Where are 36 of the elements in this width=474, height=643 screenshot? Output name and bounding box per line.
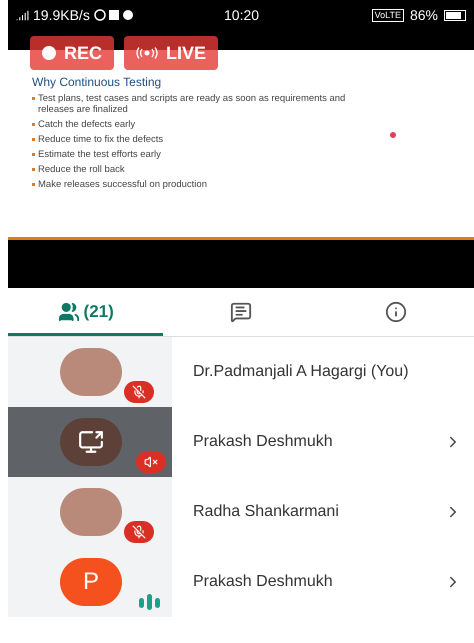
signal-icon (16, 8, 29, 22)
battery-percent: 86% (410, 6, 438, 24)
avatar-photo-placeholder (60, 488, 122, 536)
bullet-icon (32, 183, 35, 186)
clock: 10:20 (224, 6, 260, 24)
participant-name: Radha Shankarmani (193, 502, 339, 522)
network-speed: 19.9KB/s (33, 6, 90, 24)
slide-bullet-text: Catch the defects early (38, 119, 136, 130)
broadcast-icon (136, 47, 158, 59)
screen-share-avatar (60, 418, 122, 466)
participant-name: Dr.Padmanjali A Hagargi (You) (193, 362, 409, 382)
speaker-off-icon (136, 451, 166, 473)
battery-icon (444, 10, 466, 20)
slide-title: Why Continuous Testing (32, 76, 162, 89)
audio-level-icon (138, 593, 162, 611)
chat-icon (230, 300, 252, 322)
participant-name: Prakash Deshmukh (193, 432, 333, 452)
avatar-initial: P (60, 558, 122, 606)
notification-icons (94, 9, 134, 21)
bullet-icon (32, 153, 35, 156)
bullet-icon (32, 138, 35, 141)
slide-bullet-text: Make releases successful on production (38, 179, 207, 190)
bullet-icon (32, 97, 35, 100)
volte-badge: VoLTE (372, 8, 404, 22)
slide-bullet-text: Reduce the roll back (38, 164, 125, 175)
slide-bullet-text: Estimate the test efforts early (38, 149, 161, 160)
slide-bullet-text: Test plans, test cases and scripts are ready as soon as requirements and releases are finalized (38, 93, 346, 115)
participant-name: Prakash Deshmukh (193, 572, 333, 592)
bullet-icon (32, 168, 35, 171)
bullet-icon (32, 123, 35, 126)
mic-off-icon (124, 381, 154, 403)
slide-bullet-text: Reduce time to fix the defects (38, 134, 164, 145)
info-icon (385, 300, 408, 322)
avatar-photo-placeholder (60, 348, 122, 396)
mic-off-icon (124, 521, 154, 543)
people-icon (58, 300, 80, 322)
